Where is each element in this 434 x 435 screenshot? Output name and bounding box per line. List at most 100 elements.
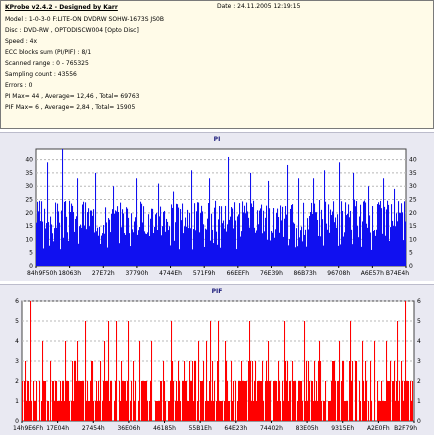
y-tick-label-left: 30 bbox=[25, 183, 33, 190]
bar bbox=[275, 381, 277, 421]
bar bbox=[288, 245, 290, 266]
bar bbox=[239, 203, 241, 266]
bar bbox=[217, 361, 219, 421]
bar bbox=[221, 401, 223, 421]
bar bbox=[183, 233, 185, 266]
bar bbox=[201, 381, 203, 421]
bar bbox=[42, 221, 44, 266]
bar bbox=[27, 381, 29, 421]
bar bbox=[237, 216, 239, 266]
bar bbox=[107, 381, 109, 421]
bar bbox=[155, 401, 157, 421]
bar bbox=[328, 401, 330, 421]
bar bbox=[247, 211, 249, 266]
bar bbox=[242, 381, 244, 421]
bar bbox=[133, 232, 135, 266]
bar bbox=[98, 381, 100, 421]
bar bbox=[33, 381, 35, 421]
bar bbox=[360, 401, 362, 421]
bar bbox=[80, 381, 82, 421]
bar bbox=[85, 202, 87, 266]
bar bbox=[348, 204, 350, 266]
bar bbox=[191, 170, 193, 266]
bar bbox=[57, 203, 59, 266]
bar bbox=[144, 231, 146, 266]
y-tick-label-left: 15 bbox=[25, 223, 33, 230]
bar bbox=[169, 401, 171, 421]
bar bbox=[276, 381, 278, 421]
bar bbox=[248, 217, 250, 266]
bar bbox=[61, 401, 63, 421]
y-tick-label-right: 5 bbox=[409, 250, 413, 257]
bar bbox=[115, 210, 117, 266]
bar bbox=[384, 401, 386, 421]
bar bbox=[380, 401, 382, 421]
bar bbox=[100, 243, 102, 266]
bar bbox=[280, 205, 282, 266]
bar bbox=[168, 401, 170, 421]
bar bbox=[106, 381, 108, 421]
bar bbox=[223, 220, 225, 266]
bar bbox=[389, 240, 391, 266]
bar bbox=[88, 401, 90, 421]
bar bbox=[209, 381, 211, 421]
bar bbox=[361, 246, 363, 266]
bar bbox=[278, 361, 280, 421]
bar bbox=[219, 206, 221, 266]
bar bbox=[246, 202, 248, 266]
bar bbox=[387, 200, 389, 266]
bar bbox=[173, 381, 175, 421]
bar bbox=[35, 401, 37, 421]
bar bbox=[103, 225, 105, 266]
bar bbox=[273, 208, 275, 266]
y-tick-label-right: 30 bbox=[409, 183, 417, 190]
bar bbox=[219, 401, 221, 421]
bar bbox=[258, 224, 260, 266]
bar bbox=[318, 361, 320, 421]
bar bbox=[128, 321, 130, 421]
pif-chart: 0 0 1 1 2 2 3 3 4 4 5 5 6 6 14h9E6Fh 17E04h 27454h 36E06h… bbox=[13, 298, 421, 432]
bar bbox=[269, 208, 271, 266]
bar bbox=[119, 381, 121, 421]
bar bbox=[333, 361, 335, 421]
bar bbox=[47, 162, 49, 266]
bar bbox=[134, 401, 136, 421]
bar bbox=[240, 381, 242, 421]
bar bbox=[194, 203, 196, 266]
bar bbox=[377, 381, 379, 421]
bar bbox=[231, 206, 233, 266]
bar bbox=[390, 361, 392, 421]
bar bbox=[64, 401, 66, 421]
bar bbox=[143, 206, 145, 266]
bar bbox=[283, 236, 285, 266]
bar bbox=[347, 213, 349, 266]
bar bbox=[363, 381, 365, 421]
bar bbox=[187, 401, 189, 421]
sampling-count-line: Sampling count : 43556 bbox=[5, 71, 77, 78]
bar bbox=[60, 381, 62, 421]
bar bbox=[273, 381, 275, 421]
bar bbox=[256, 401, 258, 421]
bar bbox=[86, 401, 88, 421]
bar bbox=[50, 361, 52, 421]
bar bbox=[63, 237, 65, 266]
bar bbox=[98, 235, 100, 266]
bar bbox=[111, 213, 113, 266]
bar bbox=[352, 361, 354, 421]
bar bbox=[380, 200, 382, 266]
pif-chart-panel: PIF 0 0 1 1 2 2 3 3 4 4 5 5 6 6 14h9E6Fh 17E04h 27454h 36… bbox=[0, 284, 434, 435]
bar bbox=[173, 191, 175, 266]
bar bbox=[296, 228, 298, 266]
bar bbox=[79, 381, 81, 421]
bar bbox=[213, 401, 215, 421]
bar bbox=[209, 178, 211, 266]
bar bbox=[167, 221, 169, 266]
bar bbox=[175, 222, 177, 266]
bar bbox=[305, 401, 307, 421]
bar bbox=[405, 221, 407, 266]
bar bbox=[385, 235, 387, 266]
bar bbox=[245, 213, 247, 266]
bar bbox=[102, 233, 104, 266]
bar bbox=[393, 225, 395, 266]
bar bbox=[195, 230, 197, 266]
